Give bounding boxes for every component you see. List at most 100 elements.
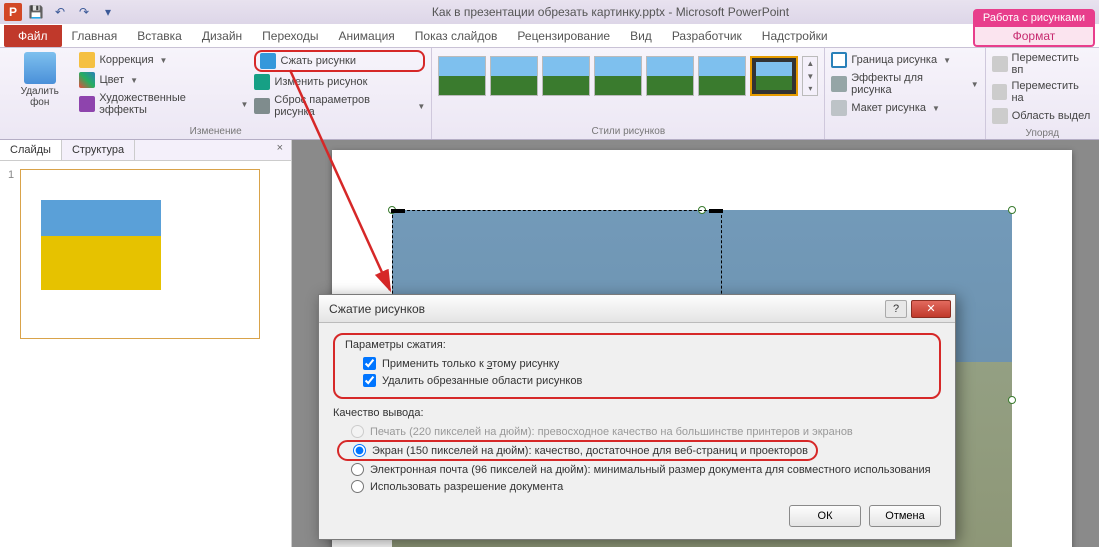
tab-view[interactable]: Вид [620, 25, 662, 47]
corrections-label: Коррекция [99, 54, 153, 66]
compress-icon [260, 53, 276, 69]
apply-only-checkbox-row[interactable]: Применить только к этому рисунку [345, 355, 929, 372]
corrections-icon [79, 52, 95, 68]
pane-tab-slides[interactable]: Слайды [0, 140, 62, 160]
reset-picture-button[interactable]: Сброс параметров рисунка▼ [254, 92, 425, 120]
tab-design[interactable]: Дизайн [192, 25, 252, 47]
qat-more-icon[interactable]: ▾ [98, 2, 118, 22]
chevron-down-icon: ▼ [971, 80, 979, 89]
apply-only-checkbox[interactable] [363, 357, 376, 370]
picture-effects-button[interactable]: Эффекты для рисунка▼ [831, 70, 978, 98]
artistic-label: Художественные эффекты [99, 92, 234, 116]
radio-email-row[interactable]: Электронная почта (96 пикселей на дюйм):… [333, 461, 941, 478]
context-tab-group: Работа с рисунками Формат [973, 9, 1095, 47]
delete-cropped-label: Удалить обрезанные области рисунков [382, 375, 582, 387]
remove-background-button[interactable]: Удалить фон [6, 50, 73, 110]
reset-pic-icon [254, 98, 270, 114]
color-button[interactable]: Цвет▼ [79, 70, 248, 90]
ok-button[interactable]: ОК [789, 505, 861, 527]
style-item[interactable] [542, 56, 590, 96]
tab-transitions[interactable]: Переходы [252, 25, 328, 47]
save-icon[interactable]: 💾 [26, 2, 46, 22]
gallery-scroll[interactable]: ▲▼▾ [802, 56, 818, 96]
corrections-button[interactable]: Коррекция ▼ [79, 50, 248, 70]
radio-docres[interactable] [351, 480, 364, 493]
reset-pic-label: Сброс параметров рисунка [274, 94, 411, 118]
app-icon: P [4, 3, 22, 21]
style-item[interactable] [698, 56, 746, 96]
picture-style-gallery[interactable]: ▲▼▾ [438, 50, 818, 96]
color-icon [79, 72, 95, 88]
tab-developer[interactable]: Разработчик [662, 25, 752, 47]
pane-close-icon[interactable]: × [269, 140, 291, 160]
color-label: Цвет [99, 74, 124, 86]
group-border-title [831, 124, 978, 139]
output-quality-label: Качество вывода: [333, 407, 941, 419]
slide-number: 1 [8, 169, 14, 339]
radio-screen[interactable] [353, 444, 366, 457]
selection-pane-button[interactable]: Область выдел [992, 106, 1093, 126]
resize-handle[interactable] [1008, 396, 1016, 404]
thumbnail-area[interactable]: 1 [0, 161, 291, 547]
style-item[interactable] [646, 56, 694, 96]
group-border-effects: Граница рисунка▼ Эффекты для рисунка▼ Ма… [825, 48, 985, 139]
compress-pictures-button[interactable]: Сжать рисунки [254, 50, 425, 72]
tab-addins[interactable]: Надстройки [752, 25, 838, 47]
style-item-selected[interactable] [750, 56, 798, 96]
artistic-button[interactable]: Художественные эффекты▼ [79, 90, 248, 118]
radio-screen-highlight: Экран (150 пикселей на дюйм): качество, … [337, 440, 818, 461]
remove-bg-icon [24, 52, 56, 84]
bring-fwd-label: Переместить вп [1012, 52, 1093, 76]
delete-cropped-checkbox-row[interactable]: Удалить обрезанные области рисунков [345, 372, 929, 389]
chevron-down-icon: ▼ [160, 56, 168, 65]
radio-screen-row[interactable]: Экран (150 пикселей на дюйм): качество, … [353, 442, 808, 459]
radio-screen-label: Экран (150 пикселей на дюйм): качество, … [372, 445, 808, 457]
change-pic-label: Изменить рисунок [274, 76, 367, 88]
radio-email[interactable] [351, 463, 364, 476]
selection-icon [992, 108, 1008, 124]
dialog-titlebar[interactable]: Сжатие рисунков ? ✕ [319, 295, 955, 323]
send-back-label: Переместить на [1011, 80, 1093, 104]
tab-review[interactable]: Рецензирование [507, 25, 620, 47]
dialog-help-button[interactable]: ? [885, 300, 907, 318]
group-styles: ▲▼▾ Стили рисунков [432, 48, 825, 139]
dialog-close-button[interactable]: ✕ [911, 300, 951, 318]
send-back-icon [992, 84, 1008, 100]
resize-handle[interactable] [1008, 206, 1016, 214]
delete-cropped-checkbox[interactable] [363, 374, 376, 387]
dialog-title: Сжатие рисунков [329, 302, 885, 316]
context-header: Работа с рисунками [973, 9, 1095, 27]
style-item[interactable] [438, 56, 486, 96]
window-title: Как в презентации обрезать картинку.pptx… [122, 5, 1099, 19]
bring-forward-button[interactable]: Переместить вп [992, 50, 1093, 78]
radio-docres-row[interactable]: Использовать разрешение документа [333, 478, 941, 495]
picture-border-button[interactable]: Граница рисунка▼ [831, 50, 978, 70]
dialog-body: Параметры сжатия: Применить только к это… [319, 323, 955, 539]
radio-print [351, 425, 364, 438]
picture-layout-button[interactable]: Макет рисунка ▼ [831, 98, 978, 118]
layout-label: Макет рисунка [851, 102, 926, 114]
group-arrange-title: Упоряд [992, 126, 1093, 141]
group-arrange: Переместить вп Переместить на Область вы… [986, 48, 1099, 139]
artistic-icon [79, 96, 95, 112]
send-backward-button[interactable]: Переместить на [992, 78, 1093, 106]
tab-format[interactable]: Формат [973, 27, 1095, 47]
chevron-down-icon: ▼ [932, 104, 940, 113]
bring-fwd-icon [992, 56, 1008, 72]
tab-insert[interactable]: Вставка [127, 25, 192, 47]
change-picture-button[interactable]: Изменить рисунок [254, 72, 425, 92]
compress-label: Сжать рисунки [280, 55, 356, 67]
file-tab[interactable]: Файл [4, 25, 62, 47]
undo-icon[interactable]: ↶ [50, 2, 70, 22]
style-item[interactable] [594, 56, 642, 96]
compress-pictures-dialog: Сжатие рисунков ? ✕ Параметры сжатия: Пр… [318, 294, 956, 540]
slide-thumbnail[interactable] [20, 169, 260, 339]
tab-home[interactable]: Главная [62, 25, 128, 47]
tab-animation[interactable]: Анимация [328, 25, 404, 47]
tab-slideshow[interactable]: Показ слайдов [405, 25, 508, 47]
pane-tab-outline[interactable]: Структура [62, 140, 135, 160]
redo-icon[interactable]: ↷ [74, 2, 94, 22]
group-styles-title: Стили рисунков [438, 124, 818, 139]
cancel-button[interactable]: Отмена [869, 505, 941, 527]
style-item[interactable] [490, 56, 538, 96]
